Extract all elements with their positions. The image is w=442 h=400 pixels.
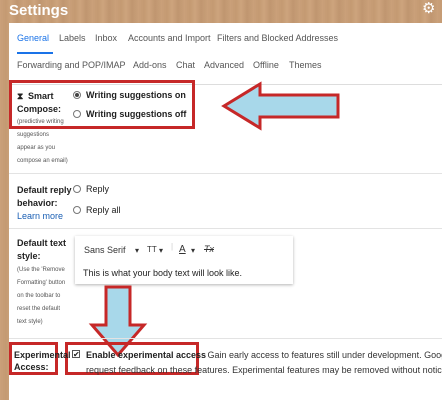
smart-compose-label-2: Compose:	[17, 104, 62, 114]
divider	[9, 338, 442, 339]
settings-panel: General Labels Inbox Accounts and Import…	[9, 23, 442, 400]
remove-formatting-icon[interactable]: Tx	[204, 244, 214, 254]
settings-tabs: General Labels Inbox Accounts and Import…	[9, 23, 442, 85]
default-text-sub-3: on the toolbar to	[17, 293, 61, 299]
default-text-label-2: style:	[17, 251, 41, 261]
default-reply-label-1: Default reply	[17, 185, 72, 195]
experimental-desc-1: - Gain early access to features still un…	[202, 350, 442, 360]
title-bar: Settings ⚙	[0, 0, 442, 22]
writing-suggestions-off-radio[interactable]	[73, 110, 81, 118]
toolbar-separator: |	[171, 242, 174, 251]
smart-compose-icon: ⧗	[17, 91, 24, 101]
page-title: Settings	[9, 2, 69, 19]
smart-compose-sub-2: suggestions	[17, 132, 50, 138]
active-tab-indicator	[17, 52, 53, 54]
default-text-sub-5: text style)	[17, 319, 43, 325]
experimental-access-label[interactable]: Enable experimental access	[86, 350, 206, 360]
smart-compose-sub-3: appear as you	[17, 145, 56, 151]
text-size-icon[interactable]: TT	[147, 245, 157, 254]
default-reply-learn-more-link[interactable]: Learn more	[17, 211, 63, 221]
reply-all-label[interactable]: Reply all	[86, 205, 121, 215]
experimental-desc-2: request feedback on these features. Expe…	[86, 365, 442, 375]
smart-compose-sub-1: (predictive writing	[17, 119, 64, 125]
text-color-icon[interactable]: A	[179, 244, 186, 255]
writing-suggestions-on-radio[interactable]	[73, 91, 81, 99]
tab-advanced[interactable]: Advanced	[204, 60, 244, 70]
default-text-label-1: Default text	[17, 238, 67, 248]
tab-accounts-import[interactable]: Accounts and Import	[128, 33, 211, 43]
reply-radio[interactable]	[73, 185, 81, 193]
reply-all-radio[interactable]	[73, 206, 81, 214]
tab-forwarding[interactable]: Forwarding and POP/IMAP	[17, 60, 126, 70]
experimental-label-2: Access:	[14, 362, 49, 372]
chevron-down-icon[interactable]: ▾	[135, 246, 139, 255]
writing-suggestions-off-label[interactable]: Writing suggestions off	[86, 109, 186, 119]
chevron-down-icon[interactable]: ▾	[159, 246, 163, 255]
tab-labels[interactable]: Labels	[59, 33, 86, 43]
sample-text-preview: This is what your body text will look li…	[83, 268, 243, 278]
smart-compose-label-1: Smart	[28, 91, 54, 101]
chevron-down-icon[interactable]: ▾	[191, 246, 195, 255]
tab-offline[interactable]: Offline	[253, 60, 279, 70]
reply-label[interactable]: Reply	[86, 184, 109, 194]
default-text-sub-4: reset the default	[17, 306, 61, 312]
experimental-label-1: Experimental	[14, 350, 71, 360]
font-family-select[interactable]: Sans Serif	[84, 245, 126, 255]
default-text-sub-2: Formatting' button	[17, 280, 66, 286]
tab-chat[interactable]: Chat	[176, 60, 195, 70]
arrow-left-icon	[221, 81, 340, 131]
tab-themes[interactable]: Themes	[289, 60, 322, 70]
divider	[9, 173, 442, 174]
experimental-access-checkbox[interactable]: ✔	[72, 350, 80, 359]
tab-filters[interactable]: Filters and Blocked Addresses	[217, 33, 338, 43]
smart-compose-sub-4: compose an email)	[17, 158, 68, 164]
divider	[9, 228, 442, 229]
default-reply-label-2: behavior:	[17, 198, 58, 208]
tab-general[interactable]: General	[17, 33, 49, 43]
text-style-toolbar: Sans Serif ▾ TT ▾ | A ▾ Tx This is what …	[75, 236, 293, 284]
tab-inbox[interactable]: Inbox	[95, 33, 117, 43]
default-text-sub-1: (Use the 'Remove	[17, 267, 65, 273]
writing-suggestions-on-label[interactable]: Writing suggestions on	[86, 90, 186, 100]
gear-icon[interactable]: ⚙	[422, 1, 436, 16]
tab-addons[interactable]: Add-ons	[133, 60, 167, 70]
